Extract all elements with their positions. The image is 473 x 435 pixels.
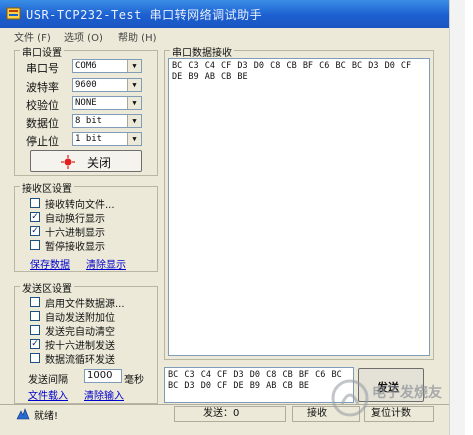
reset-count-button[interactable]: 复位计数 <box>364 406 434 422</box>
interval-input[interactable]: 1000 <box>84 369 122 383</box>
baud-value: 9600 <box>75 80 97 90</box>
chevron-down-icon[interactable]: ▼ <box>127 97 141 109</box>
receive-textarea[interactable]: BC C3 C4 CF D3 D0 C8 CB BF C6 BC BC D3 D… <box>168 58 430 356</box>
sent-count: 发送：0 <box>174 406 286 422</box>
port-label: 串口号 <box>26 62 59 75</box>
menu-help[interactable]: 帮助 (H) <box>118 29 157 44</box>
auto-append-label: 自动发送附加位 <box>45 313 115 324</box>
auto-append-checkbox[interactable] <box>30 311 40 321</box>
load-file-link[interactable]: 文件载入 <box>28 387 68 402</box>
chevron-down-icon[interactable]: ▼ <box>127 115 141 127</box>
hex-send-checkbox[interactable]: ✓ <box>30 339 40 349</box>
clear-display-link[interactable]: 清除显示 <box>86 256 126 271</box>
status-divider <box>0 404 449 405</box>
auto-wrap-label: 自动换行显示 <box>45 214 105 225</box>
receive-area-title: 串口数据接收 <box>170 44 234 59</box>
send-content: BC C3 C4 CF D3 D0 C8 CB BF C6 BC BC D3 D… <box>168 370 342 391</box>
recv-to-file-checkbox[interactable] <box>30 198 40 208</box>
parity-label: 校验位 <box>26 99 59 112</box>
receive-settings-title: 接收区设置 <box>20 180 74 195</box>
databits-value: 8 bit <box>75 116 103 126</box>
close-port-label: 关闭 <box>87 156 112 170</box>
hex-send-label: 按十六进制发送 <box>45 341 115 352</box>
send-textarea[interactable]: BC C3 C4 CF D3 D0 C8 CB BF C6 BC BC D3 D… <box>164 367 354 403</box>
status-light-icon <box>61 155 75 169</box>
window-title: USR-TCP232-Test 串口转网络调试助手 <box>26 8 263 22</box>
interval-unit: 毫秒 <box>124 375 144 386</box>
serial-settings-title: 串口设置 <box>20 44 64 59</box>
chevron-down-icon[interactable]: ▼ <box>127 79 141 91</box>
app-window: USR-TCP232-Test 串口转网络调试助手 文件 (F) 选项 (O) … <box>0 0 449 435</box>
baud-select[interactable]: 9600 ▼ <box>72 78 142 92</box>
status-state: 就绪! <box>34 411 59 422</box>
watermark-text: 电子发烧友 <box>372 385 442 401</box>
parity-select[interactable]: NONE ▼ <box>72 96 142 110</box>
save-data-link[interactable]: 保存数据 <box>30 256 70 271</box>
parity-value: NONE <box>75 98 97 108</box>
status-icon <box>16 408 30 420</box>
auto-clear-checkbox[interactable] <box>30 325 40 335</box>
recv-to-file-label: 接收转向文件... <box>45 200 115 211</box>
chevron-down-icon[interactable]: ▼ <box>127 60 141 72</box>
pause-display-label: 暂停接收显示 <box>45 242 105 253</box>
watermark-logo-icon <box>331 379 369 417</box>
close-port-button[interactable]: 关闭 <box>30 150 142 172</box>
receive-content: BC C3 C4 CF D3 D0 C8 CB BF C6 BC BC D3 D… <box>172 61 412 82</box>
stopbits-value: 1 bit <box>75 134 103 144</box>
file-source-checkbox[interactable] <box>30 297 40 307</box>
interval-label: 发送间隔 <box>28 375 68 386</box>
menu-file[interactable]: 文件 (F) <box>14 29 51 44</box>
baud-label: 波特率 <box>26 81 59 94</box>
port-value: COM6 <box>75 61 97 71</box>
stopbits-label: 停止位 <box>26 135 59 148</box>
loop-send-checkbox[interactable] <box>30 353 40 363</box>
port-select[interactable]: COM6 ▼ <box>72 59 142 73</box>
send-settings-title: 发送区设置 <box>20 280 74 295</box>
hex-display-label: 十六进制显示 <box>45 228 105 239</box>
auto-wrap-checkbox[interactable]: ✓ <box>30 212 40 222</box>
app-icon <box>6 7 21 20</box>
hex-display-checkbox[interactable]: ✓ <box>30 226 40 236</box>
clear-input-link[interactable]: 清除输入 <box>84 387 124 402</box>
databits-label: 数据位 <box>26 117 59 130</box>
loop-send-label: 数据流循环发送 <box>45 355 115 366</box>
databits-select[interactable]: 8 bit ▼ <box>72 114 142 128</box>
auto-clear-label: 发送完自动清空 <box>45 327 115 338</box>
menu-options[interactable]: 选项 (O) <box>64 29 103 44</box>
stopbits-select[interactable]: 1 bit ▼ <box>72 132 142 146</box>
chevron-down-icon[interactable]: ▼ <box>127 133 141 145</box>
outer-scrollbar[interactable] <box>449 0 465 435</box>
pause-display-checkbox[interactable] <box>30 240 40 250</box>
file-source-label: 启用文件数据源... <box>45 299 125 310</box>
